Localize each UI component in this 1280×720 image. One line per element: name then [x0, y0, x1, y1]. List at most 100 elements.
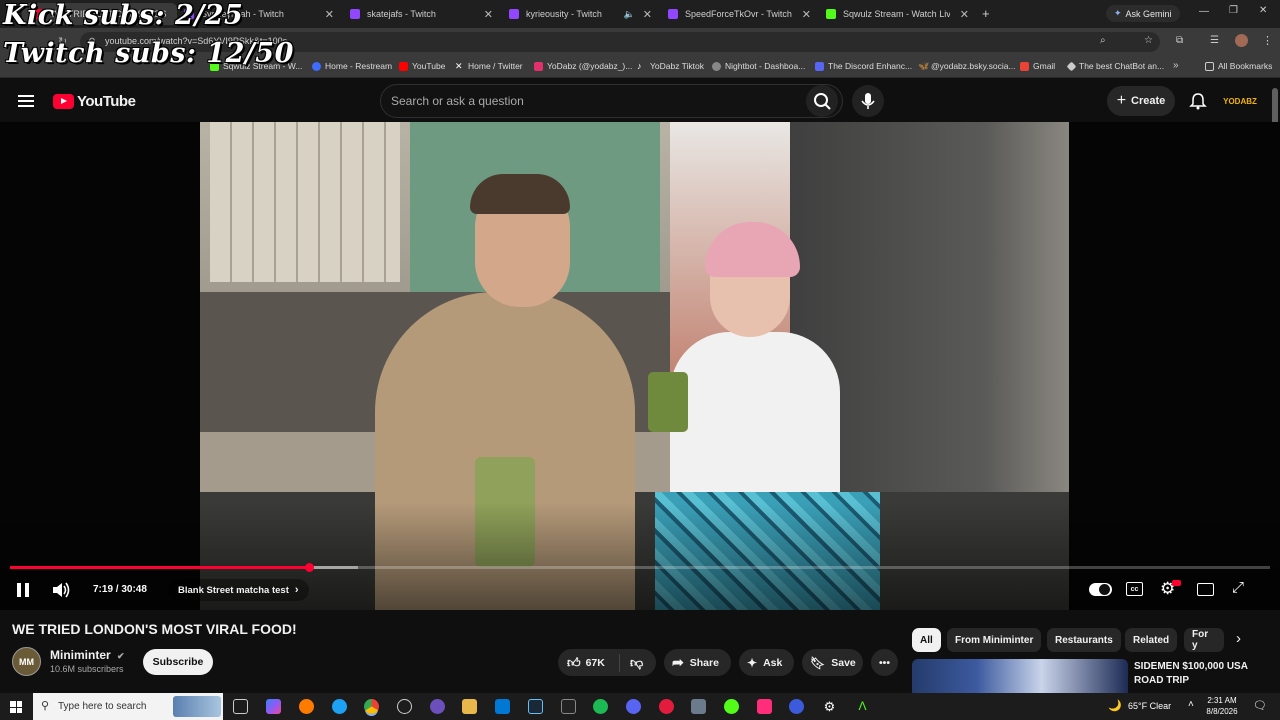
steam-icon[interactable]	[528, 699, 543, 714]
like-button[interactable]: 👍︎ 67K	[558, 653, 620, 672]
extensions-icon[interactable]: ⧉	[1176, 35, 1183, 46]
youtube-logo[interactable]: YouTube	[53, 93, 136, 110]
tab-kick[interactable]: Sqwulz Stream - Watch Live on ✕	[826, 3, 969, 25]
close-tab-icon[interactable]: ✕	[484, 8, 493, 21]
bookmark-restream[interactable]: Home - Restream	[312, 61, 392, 71]
voice-search-button[interactable]	[852, 85, 884, 117]
bookmark-instagram[interactable]: YoDabz (@yodabz_)...	[534, 61, 632, 71]
streaming-app-icon[interactable]	[659, 699, 674, 714]
search-input[interactable]: Search or ask a question	[391, 94, 524, 108]
weather-moon-icon: 🌙	[1108, 700, 1122, 712]
bluesky-icon: 🦋	[918, 60, 930, 71]
pause-button[interactable]	[16, 582, 30, 598]
close-tab-icon[interactable]: ✕	[802, 8, 811, 21]
captions-button[interactable]: cc	[1126, 582, 1143, 596]
taskbar-search-box[interactable]: ⚲ Type here to search	[33, 693, 223, 720]
chip-all[interactable]: All	[912, 628, 941, 652]
search-button[interactable]	[806, 85, 838, 117]
bookmark-gmail[interactable]: Gmail	[1020, 61, 1055, 71]
chevron-right-icon: ›	[294, 584, 299, 596]
discord-icon[interactable]	[626, 699, 641, 714]
more-actions-button[interactable]: •••	[871, 649, 898, 676]
profile-avatar-icon[interactable]	[1235, 34, 1248, 47]
speaker-icon[interactable]: 🔈	[624, 9, 635, 20]
ask-button[interactable]: ✦ Ask	[739, 649, 794, 676]
notification-center-icon[interactable]: 🗨	[1253, 699, 1267, 712]
zoom-icon[interactable]: ⌕	[1100, 35, 1106, 46]
fullscreen-button[interactable]: ⤢	[1232, 579, 1244, 596]
settings-button[interactable]: ⚙	[1160, 579, 1181, 599]
edge-icon[interactable]	[332, 699, 347, 714]
dislike-button[interactable]: 👎︎	[620, 655, 643, 671]
obs-icon[interactable]	[397, 699, 412, 714]
video-player[interactable]: 7:19 / 30:48 Blank Street matcha test › …	[0, 122, 1280, 610]
chip-related[interactable]: Related	[1125, 628, 1178, 652]
firefox-icon[interactable]	[299, 699, 314, 714]
close-tab-icon[interactable]: ✕	[960, 8, 969, 21]
mute-button[interactable]	[51, 581, 71, 604]
copilot-icon[interactable]	[266, 699, 281, 714]
tiktok-live-icon[interactable]	[757, 699, 772, 714]
close-tab-icon[interactable]: ✕	[325, 8, 334, 21]
new-tab-button[interactable]: +	[982, 6, 990, 21]
task-view-icon[interactable]	[233, 699, 248, 714]
autoplay-toggle[interactable]	[1089, 583, 1112, 596]
thumbs-down-icon: 👎︎	[630, 654, 644, 670]
bookmark-star-icon[interactable]: ☆	[1144, 35, 1153, 46]
related-video-thumbnail[interactable]	[912, 659, 1128, 693]
notepad-icon[interactable]	[691, 699, 706, 714]
search-box[interactable]: Search or ask a question	[380, 84, 843, 118]
settings-gear-icon[interactable]: ⚙	[822, 699, 837, 714]
file-explorer-icon[interactable]	[462, 699, 477, 714]
weather-text[interactable]: 65°F Clear	[1128, 701, 1171, 711]
all-bookmarks-button[interactable]: All Bookmarks	[1205, 61, 1272, 71]
system-clock[interactable]: 2:31 AM 8/8/2026	[1197, 695, 1247, 717]
terminal-icon[interactable]: Λ	[855, 699, 870, 714]
share-button[interactable]: ➦ Share	[664, 649, 731, 676]
save-button[interactable]: 🔖︎ Save	[802, 649, 863, 676]
more-bookmarks-chevron-icon[interactable]: »	[1173, 60, 1179, 71]
chip-for-you[interactable]: For y	[1184, 628, 1224, 652]
notifications-bell-icon[interactable]	[1189, 92, 1207, 110]
taskbar-search-input[interactable]: Type here to search	[58, 701, 146, 712]
browser-menu-icon[interactable]: ⋮	[1262, 34, 1273, 47]
app-icon-purple[interactable]	[430, 699, 445, 714]
chip-restaurants[interactable]: Restaurants	[1047, 628, 1121, 652]
bookmark-chatbot[interactable]: The best ChatBot an...	[1066, 61, 1164, 71]
bookmark-nightbot[interactable]: Nightbot - Dashboa...	[712, 61, 805, 71]
channel-avatar[interactable]: MM	[12, 647, 41, 676]
epic-games-icon[interactable]	[561, 699, 576, 714]
close-window-icon[interactable]: ✕	[1259, 5, 1267, 16]
tray-chevron-up-icon[interactable]: ˄	[1188, 699, 1194, 710]
bookmark-discord-enhancer[interactable]: The Discord Enhanc...	[815, 61, 912, 71]
hamburger-menu-icon[interactable]	[18, 95, 34, 107]
ask-gemini-button[interactable]: ✦ Ask Gemini	[1106, 5, 1180, 22]
tab-twitch-2[interactable]: skatejafs - Twitch ✕	[350, 3, 493, 25]
chrome-icon[interactable]	[364, 699, 379, 714]
restore-icon[interactable]: ❐	[1229, 5, 1238, 16]
close-tab-icon[interactable]: ✕	[643, 8, 652, 21]
chip-from-miniminter[interactable]: From Miniminter	[947, 628, 1042, 652]
minimize-icon[interactable]: —	[1199, 6, 1209, 17]
subscribe-button[interactable]: Subscribe	[143, 649, 213, 675]
tab-search-icon[interactable]: ☰	[1210, 35, 1219, 46]
create-button[interactable]: + Create	[1107, 86, 1175, 116]
theater-mode-button[interactable]	[1197, 583, 1214, 596]
related-video-title[interactable]: SIDEMEN $100,000 USA ROAD TRIP	[1134, 660, 1274, 688]
tab-twitch-3[interactable]: kyrieousity - Twitch 🔈 ✕	[509, 3, 652, 25]
bookmark-youtube[interactable]: YouTube	[399, 61, 445, 71]
chapter-button[interactable]: Blank Street matcha test ›	[168, 579, 309, 601]
tab-twitch-4[interactable]: SpeedForceTkOvr - Twitch ✕	[668, 3, 811, 25]
bookmark-bluesky[interactable]: 🦋 @yodabz.bsky.socia...	[918, 61, 1016, 71]
app-icon-blue[interactable]	[789, 699, 804, 714]
windows-start-icon[interactable]	[10, 701, 22, 713]
channel-name[interactable]: Miniminter ✔	[50, 648, 125, 662]
account-avatar[interactable]: YODABZ	[1223, 89, 1257, 113]
chips-next-chevron-icon[interactable]: ›	[1236, 630, 1241, 647]
bookmark-twitter[interactable]: ✕ Home / Twitter	[455, 61, 523, 71]
kick-app-icon[interactable]	[724, 699, 739, 714]
mail-icon[interactable]	[495, 699, 510, 714]
channel-name-text: Miniminter	[50, 648, 111, 662]
spotify-icon[interactable]	[593, 699, 608, 714]
bookmark-tiktok[interactable]: ♪ YoDabz Tiktok	[637, 61, 704, 71]
